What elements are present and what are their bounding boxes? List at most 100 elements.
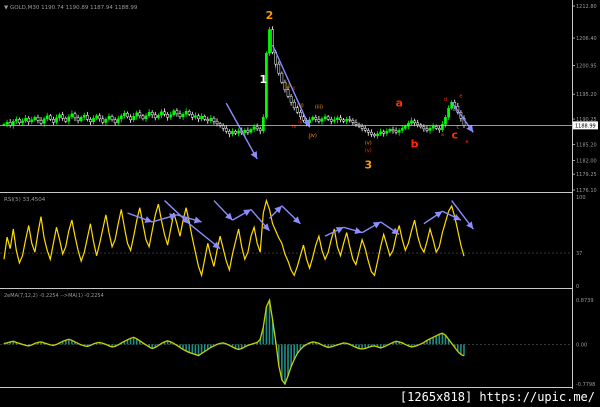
candle-body <box>391 129 395 132</box>
macd-tick-label: 0.8739 <box>576 298 594 304</box>
candle-body <box>21 120 24 124</box>
candle-body <box>11 121 15 126</box>
candle-body <box>116 118 120 124</box>
wave-sublabel: ii <box>293 86 296 92</box>
macd-tick-label: -0.7798 <box>576 382 595 388</box>
candle-body <box>397 130 401 133</box>
candle-body <box>317 119 321 122</box>
candle-body <box>5 122 9 125</box>
candle-body <box>403 126 407 129</box>
price-panel-title: ▼ GOLD,M30 1190.74 1190.89 1187.94 1188.… <box>4 5 138 11</box>
trading-chart: ▼ GOLD,M30 1190.74 1190.89 1187.94 1188.… <box>0 0 600 407</box>
wave-sublabel: v <box>308 135 311 141</box>
candle-body <box>373 134 376 137</box>
macd-tick-label: 0.00 <box>576 342 587 348</box>
candle-body <box>184 111 188 115</box>
candle-body <box>138 112 142 117</box>
wave-label: b <box>411 137 419 150</box>
price-tick-label: 1206.40 <box>576 36 597 42</box>
candle-body <box>86 115 89 120</box>
candle-body <box>150 112 154 116</box>
candle-body <box>132 116 136 121</box>
candle-body <box>82 115 86 118</box>
candle-body <box>18 119 21 124</box>
candle-body <box>70 113 74 118</box>
candle-body <box>181 114 185 118</box>
watermark-tag: [1265x818] https://upic.me/ <box>396 389 598 405</box>
candle-body <box>221 125 225 129</box>
candle-body <box>394 130 398 133</box>
candle-body <box>58 114 61 119</box>
candle-body <box>431 126 435 129</box>
wave-sublabel: b <box>453 107 456 113</box>
candle-body <box>261 117 265 132</box>
candle-body <box>172 110 176 116</box>
candle-body <box>314 117 318 120</box>
wave-sublabel: e <box>466 139 469 145</box>
candle-body <box>339 117 342 121</box>
candle-body <box>212 118 216 122</box>
candle-body <box>376 133 379 137</box>
candle-body <box>61 114 65 119</box>
candle-body <box>302 116 305 121</box>
candle-body <box>187 111 191 115</box>
candle-body <box>48 115 52 120</box>
candle-body <box>437 128 441 131</box>
candle-body <box>73 113 77 119</box>
wave-sublabel: d <box>444 97 447 103</box>
candle-body <box>379 131 382 135</box>
candle-body <box>42 118 46 124</box>
candle-body <box>444 117 447 125</box>
rsi-panel-title: RSI(5) 33.4504 <box>4 197 46 203</box>
candle-body <box>234 131 237 134</box>
candle-body <box>413 120 416 124</box>
candle-body <box>64 118 68 122</box>
wave-sublabel: a <box>441 132 444 138</box>
candle-body <box>363 128 367 131</box>
rsi-tick-label: 37 <box>576 251 582 257</box>
candle-body <box>434 126 438 129</box>
candle-body <box>366 130 370 133</box>
candle-body <box>277 63 281 74</box>
candle-body <box>336 117 339 121</box>
candle-body <box>268 29 271 54</box>
candle-body <box>30 119 34 123</box>
candle-body <box>101 118 105 123</box>
candle-body <box>271 29 274 53</box>
price-tick-label: 1182.00 <box>576 158 597 164</box>
candle-body <box>129 116 132 121</box>
candle-body <box>258 128 262 132</box>
candle-body <box>246 130 250 133</box>
price-level-label: 1188.99 <box>575 123 596 129</box>
candle-body <box>89 119 92 123</box>
candle-body <box>231 131 234 135</box>
candle-body <box>252 126 256 130</box>
price-tick-label: 1185.20 <box>576 142 597 148</box>
price-tick-label: 1212.80 <box>576 4 597 10</box>
wave-sublabel: (iii) <box>315 104 323 110</box>
candle-body <box>215 121 219 125</box>
candle-body <box>292 102 296 109</box>
candle-body <box>228 131 231 135</box>
candle-body <box>385 131 389 134</box>
candle-body <box>203 116 207 120</box>
candle-body <box>33 117 37 121</box>
wave-sublabel: (i) <box>285 83 290 89</box>
candle-body <box>147 112 151 117</box>
candle-body <box>110 116 114 121</box>
candle-body <box>425 128 429 131</box>
candle-body <box>67 116 71 122</box>
candle-body <box>323 116 327 120</box>
candle-body <box>123 113 126 117</box>
wave-label: 2 <box>266 9 274 22</box>
candle-body <box>320 118 324 122</box>
candle-body <box>119 115 123 120</box>
candle-body <box>410 120 413 124</box>
candle-body <box>157 115 160 119</box>
candle-body <box>345 119 349 122</box>
candle-body <box>163 111 166 115</box>
candle-body <box>144 115 148 120</box>
candle-body <box>289 95 293 103</box>
candle-body <box>76 117 80 122</box>
candle-body <box>360 126 364 129</box>
